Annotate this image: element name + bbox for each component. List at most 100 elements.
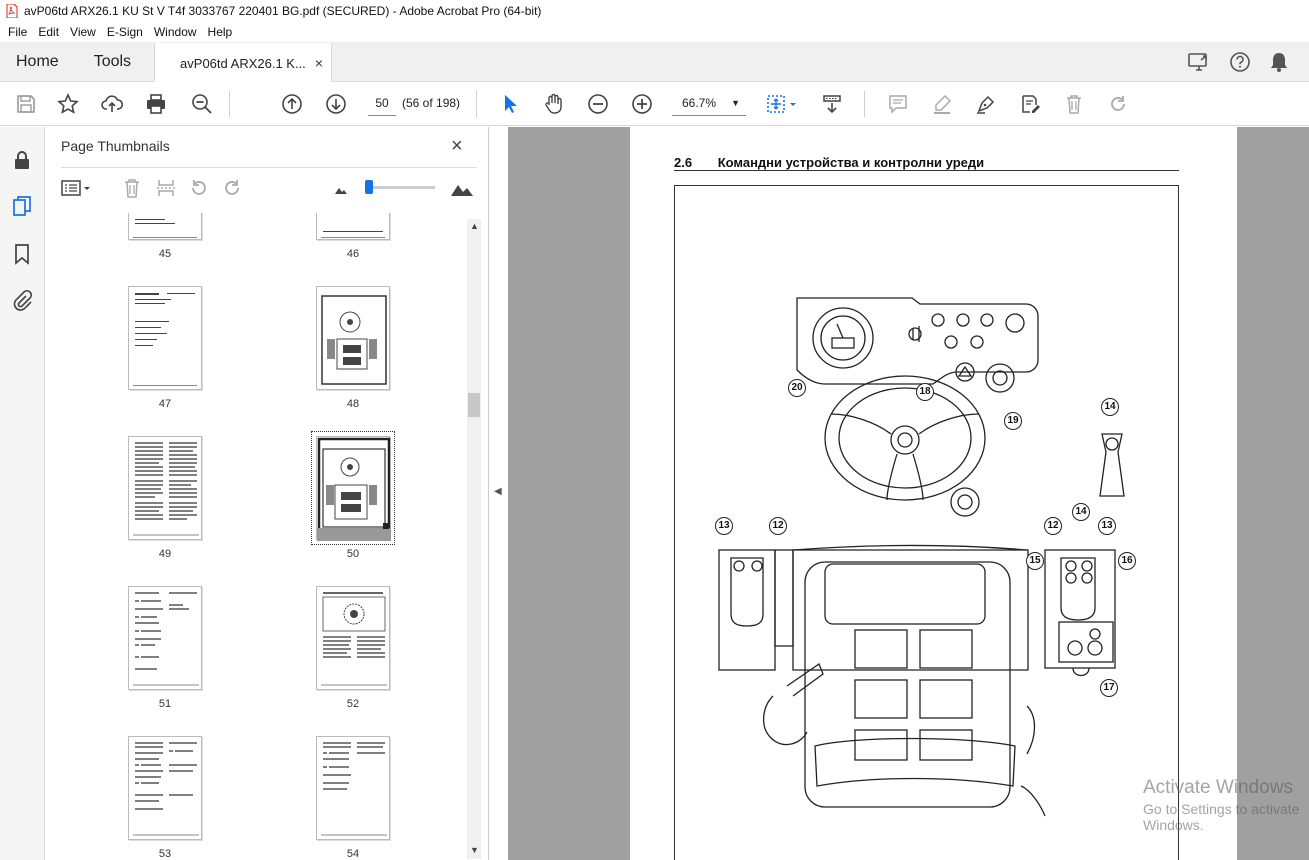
- tab-bar: Home Tools avP06td ARX26.1 K... ×: [0, 42, 1309, 83]
- left-nav-strip: [0, 127, 45, 860]
- collapse-panel-icon[interactable]: ◀: [494, 486, 502, 497]
- help-icon[interactable]: [1229, 51, 1251, 73]
- callout-label: 16: [1118, 552, 1136, 570]
- menu-help[interactable]: Help: [204, 25, 237, 39]
- toolbar-separator: [229, 91, 230, 117]
- thumbnail-label: 46: [346, 248, 360, 260]
- bookmark-star-icon[interactable]: [56, 92, 80, 116]
- zoom-level-value: 66.7%: [682, 96, 717, 110]
- highlight-pen-icon[interactable]: [930, 92, 954, 116]
- lock-icon[interactable]: [11, 149, 33, 171]
- thumbnail-label: 51: [158, 698, 172, 710]
- panel-toolbar: [45, 175, 489, 203]
- thumbnail-list: 45 46 47 48 49 50 51 52 53 54: [61, 213, 465, 860]
- title-bar: avP06td ARX26.1 KU St V T4f 3033767 2204…: [0, 0, 1309, 22]
- menu-view[interactable]: View: [66, 25, 100, 39]
- page-thumbnail-selected[interactable]: [311, 431, 395, 545]
- thumbnail-label: 48: [346, 398, 360, 410]
- extract-pages-icon[interactable]: [155, 177, 177, 199]
- delete-trash-icon[interactable]: [1062, 92, 1086, 116]
- fit-page-icon[interactable]: [764, 92, 788, 116]
- next-page-icon[interactable]: [324, 92, 348, 116]
- scroll-down-icon[interactable]: ▼: [470, 845, 479, 855]
- page-thumbnail[interactable]: [316, 286, 390, 390]
- zoom-out-icon[interactable]: [586, 92, 610, 116]
- tab-tools[interactable]: Tools: [74, 42, 146, 81]
- scroll-mode-icon[interactable]: [820, 92, 844, 116]
- previous-page-icon[interactable]: [280, 92, 304, 116]
- menu-bar: File Edit View E-Sign Window Help: [0, 22, 1309, 42]
- callout-label: 20: [788, 379, 806, 397]
- options-menu-icon[interactable]: [61, 177, 91, 199]
- scroll-track[interactable]: [467, 219, 481, 859]
- tab-document[interactable]: avP06td ARX26.1 K... ×: [154, 43, 333, 83]
- attachment-paperclip-icon[interactable]: [11, 289, 33, 311]
- panel-close-icon[interactable]: ×: [451, 135, 463, 158]
- zoom-search-icon[interactable]: [190, 92, 214, 116]
- rotate-right-icon[interactable]: [221, 177, 243, 199]
- menu-window[interactable]: Window: [150, 25, 201, 39]
- page-thumbnail[interactable]: [128, 213, 202, 240]
- section-number: 2.6: [674, 155, 693, 170]
- document-view[interactable]: 2.6 Командни устройства и контролни уред…: [508, 127, 1309, 860]
- page-thumbnail[interactable]: [128, 436, 202, 540]
- delete-pages-icon[interactable]: [121, 177, 143, 199]
- window-title: avP06td ARX26.1 KU St V T4f 3033767 2204…: [24, 4, 542, 18]
- redo-icon[interactable]: [1106, 92, 1130, 116]
- thumbnail-size-slider[interactable]: [365, 180, 435, 194]
- select-cursor-icon[interactable]: [498, 92, 522, 116]
- page-thumbnail[interactable]: [316, 586, 390, 690]
- upload-cloud-icon[interactable]: [100, 92, 124, 116]
- menu-esign[interactable]: E-Sign: [103, 25, 147, 39]
- draw-pen-icon[interactable]: [974, 92, 998, 116]
- tab-document-label: avP06td ARX26.1 K...: [180, 55, 306, 71]
- callout-label: 15: [1026, 552, 1044, 570]
- header-actions: [1187, 42, 1309, 81]
- panel-title: Page Thumbnails: [61, 138, 170, 154]
- callout-label: 12: [1044, 517, 1062, 535]
- page-number-input[interactable]: 50: [368, 92, 396, 116]
- page-thumbnail[interactable]: [316, 213, 390, 240]
- share-screen-icon[interactable]: [1187, 51, 1211, 73]
- print-icon[interactable]: [144, 92, 168, 116]
- callout-label: 17: [1100, 679, 1118, 697]
- callout-label: 14: [1072, 503, 1090, 521]
- thumbnail-label: 54: [346, 848, 360, 860]
- slider-knob[interactable]: [365, 180, 373, 194]
- pdf-file-icon: [6, 4, 18, 18]
- menu-edit[interactable]: Edit: [34, 25, 63, 39]
- toolbar-separator: [864, 91, 865, 117]
- thumbnail-label: 45: [158, 248, 172, 260]
- comment-icon[interactable]: [886, 92, 910, 116]
- rotate-left-icon[interactable]: [188, 177, 210, 199]
- tab-home[interactable]: Home: [0, 42, 74, 81]
- callout-label: 14: [1101, 398, 1119, 416]
- small-thumbnails-icon[interactable]: [330, 177, 352, 199]
- toolbar-separator: [476, 91, 477, 117]
- edit-text-icon[interactable]: [1018, 92, 1042, 116]
- scroll-thumb[interactable]: [468, 393, 480, 417]
- bookmark-icon[interactable]: [11, 243, 33, 265]
- activate-windows-subtext: Go to Settings to activate Windows.: [1143, 801, 1300, 833]
- page-thumbnail[interactable]: [128, 286, 202, 390]
- scroll-up-icon[interactable]: ▲: [470, 221, 479, 231]
- callout-label: 18: [916, 383, 934, 401]
- save-icon[interactable]: [14, 92, 38, 116]
- page-thumbnails-icon[interactable]: [11, 195, 33, 217]
- menu-file[interactable]: File: [4, 25, 31, 39]
- page-thumbnail[interactable]: [128, 586, 202, 690]
- thumbnail-label: 53: [158, 848, 172, 860]
- callout-label: 13: [1098, 517, 1116, 535]
- notification-bell-icon[interactable]: [1269, 51, 1289, 73]
- close-tab-icon[interactable]: ×: [315, 55, 323, 71]
- thumbnail-label: 50: [346, 548, 360, 560]
- hand-tool-icon[interactable]: [542, 92, 566, 116]
- chevron-down-icon[interactable]: [788, 92, 798, 116]
- page-thumbnail[interactable]: [128, 736, 202, 840]
- zoom-level-select[interactable]: 66.7% ▼: [672, 92, 746, 116]
- large-thumbnails-icon[interactable]: [449, 177, 475, 199]
- zoom-in-icon[interactable]: [630, 92, 654, 116]
- page-thumbnail[interactable]: [316, 736, 390, 840]
- section-title: Командни устройства и контролни уреди: [717, 155, 985, 170]
- thumbnail-scrollbar[interactable]: ▲ ▼: [467, 219, 481, 859]
